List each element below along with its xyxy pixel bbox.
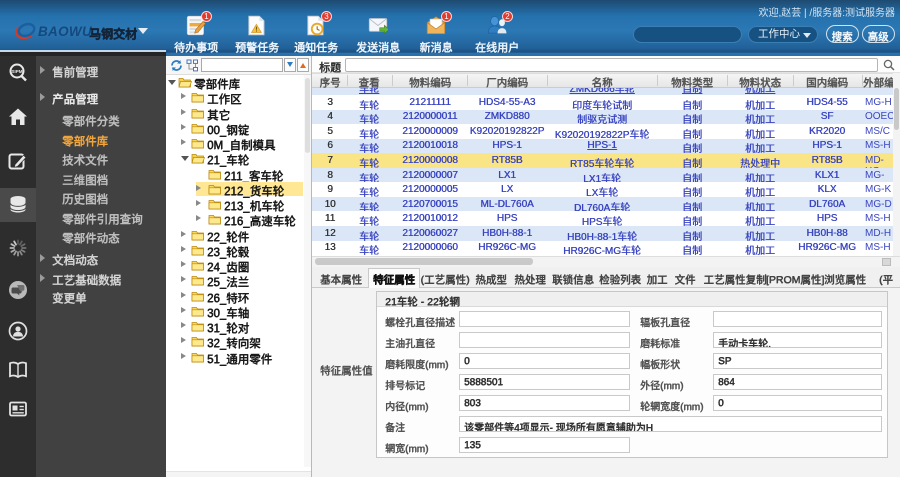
svg-text:SIPM: SIPM <box>11 69 22 74</box>
